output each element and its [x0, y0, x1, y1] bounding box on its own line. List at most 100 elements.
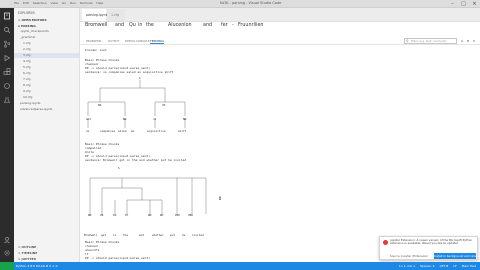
- tree-leaf: shift: [178, 129, 187, 133]
- cursor-icon: ⇕: [218, 196, 223, 202]
- account-icon[interactable]: [3, 236, 11, 244]
- breadcrumb-word: the: [146, 23, 154, 28]
- tab-cfg[interactable]: 1.cfg: [107, 9, 125, 21]
- breadcrumb-word: and: [115, 23, 125, 28]
- tree-node: NN: [123, 117, 127, 121]
- file-item[interactable]: advancedparse.ipynb: [14, 107, 79, 112]
- maximize-icon[interactable]: □: [458, 0, 469, 8]
- tree-leaf: put: [170, 233, 176, 237]
- status-bar: Python 3.8.5 64-bit ⊗ 0 ⚠ 0 Ln 1, Col 1 …: [0, 262, 480, 270]
- settings-icon[interactable]: [3, 249, 11, 257]
- file-item[interactable]: 9.cfg: [14, 89, 79, 94]
- clear-icon[interactable]: ≡: [466, 38, 470, 44]
- file-item[interactable]: 7.cfg: [14, 77, 79, 82]
- tree-node: NN: [148, 213, 152, 217]
- minimize-icon[interactable]: –: [447, 0, 458, 8]
- tree-leaf: saled: [118, 129, 127, 133]
- file-item[interactable]: 2.cfg: [14, 47, 79, 52]
- jupyter-section[interactable]: > JUPYTER: [18, 257, 36, 261]
- terminal-line: sentence: Bromwell got in the end whethe…: [85, 158, 187, 162]
- breadcrumb-word: Alucenlon: [168, 23, 192, 28]
- status-language[interactable]: Plain Text: [462, 264, 476, 268]
- tree-node: S: [118, 166, 120, 170]
- file-item[interactable]: 8.cfg: [14, 83, 79, 88]
- menu-help[interactable]: Help: [96, 1, 103, 5]
- file-item[interactable]: 10.cfg: [14, 95, 79, 100]
- close-icon[interactable]: ×: [469, 0, 480, 8]
- tree-node: VB: [100, 213, 104, 217]
- source-control-icon[interactable]: [3, 40, 11, 48]
- tree-node: IN: [113, 213, 117, 217]
- breadcrumb-word: Fruunrilien: [238, 23, 264, 28]
- jupyter-icon[interactable]: [3, 82, 11, 90]
- filter-input[interactable]: ⚲ Filter (e.g. text, !exclude): [404, 38, 457, 44]
- menu-selection[interactable]: Selection: [33, 1, 47, 5]
- menu-run[interactable]: Run: [70, 1, 76, 5]
- terminal-line: Income: lost: [85, 48, 107, 52]
- notification-message: Jupyter Extension: A newer version of th…: [390, 238, 473, 246]
- menu-view[interactable]: View: [51, 1, 58, 5]
- sidebar-title: EXPLORER: [18, 11, 35, 15]
- status-position[interactable]: Ln 1, Col 1: [399, 264, 415, 268]
- extensions-icon[interactable]: [3, 68, 11, 76]
- tree-leaf: acquisitive: [147, 129, 166, 133]
- search-icon[interactable]: [3, 26, 11, 34]
- timeline-section[interactable]: > TIMELINE: [18, 251, 37, 255]
- parse-tree-2: [89, 177, 207, 214]
- file-item[interactable]: 6.cfg: [14, 71, 79, 76]
- breadcrumb-word: fer: [221, 23, 228, 28]
- tree-leaf: whether: [152, 233, 164, 237]
- tree-leaf: invited: [192, 233, 204, 237]
- remote-indicator[interactable]: [0, 262, 14, 270]
- tree-leaf: he: [182, 233, 186, 237]
- tree-leaf: got: [101, 233, 107, 237]
- tree-node: JJ: [153, 117, 157, 121]
- install-button[interactable]: Install in background and reload: [434, 253, 479, 259]
- terminal-line: sentence: no companies saled an acquisit…: [85, 70, 174, 74]
- breadcrumb-word: Qu: [129, 23, 136, 28]
- status-spaces[interactable]: Spaces: 4: [420, 264, 435, 268]
- terminal-line: PP -> should parse(input.parse_sent): [85, 256, 151, 260]
- menu-go[interactable]: Go: [62, 1, 66, 5]
- menu-file[interactable]: File: [14, 1, 19, 5]
- tree-node: VP: [162, 103, 166, 107]
- menu-bar: File Edit Selection View Go Run Terminal…: [14, 1, 103, 5]
- tab-output[interactable]: OUTPUT: [108, 39, 119, 43]
- menu-terminal[interactable]: Terminal: [80, 1, 93, 5]
- notification-toast: Jupyter Extension: A newer version of th…: [379, 236, 479, 260]
- lock-icon[interactable]: ⌂: [460, 38, 464, 44]
- status-eol[interactable]: LF: [453, 264, 456, 268]
- window-title: NLTK - parsing - Visual Studio Code: [220, 1, 282, 5]
- activity-bar: [0, 8, 14, 262]
- file-item-selected[interactable]: 3.cfg: [14, 53, 79, 58]
- tree-node: PRP: [175, 213, 181, 217]
- file-item[interactable]: parsing.ipynb: [14, 101, 79, 106]
- tree-leaf: Bromwell: [84, 233, 98, 237]
- title-bar: File Edit Selection View Go Run Terminal…: [0, 0, 480, 8]
- tree-node: WH: [160, 213, 164, 217]
- file-item[interactable]: 1.cfg: [14, 41, 79, 46]
- tab-terminal[interactable]: TERMINAL: [150, 39, 165, 44]
- status-left[interactable]: Python 3.8.5 64-bit ⊗ 0 ⚠ 0: [16, 264, 58, 268]
- file-item[interactable]: .ipynb_checkpoints: [14, 29, 79, 34]
- tab-parsing[interactable]: parsing.ipynb: [82, 9, 108, 21]
- tree-leaf: in: [113, 233, 117, 237]
- close-panel-icon[interactable]: ×: [472, 38, 476, 44]
- explorer-sidebar: EXPLORER > OPEN EDITORS v PARSING .ipynb…: [14, 8, 80, 262]
- tab-problems[interactable]: PROBLEMS: [86, 39, 101, 43]
- run-icon[interactable]: [3, 54, 11, 62]
- tree-node: NN: [88, 213, 92, 217]
- file-item[interactable]: 4.cfg: [14, 59, 79, 64]
- open-editors-section[interactable]: > OPEN EDITORS: [18, 18, 47, 22]
- tree-node: VBD: [188, 213, 194, 217]
- tree-leaf: no: [86, 129, 90, 133]
- file-item[interactable]: 5.cfg: [14, 65, 79, 70]
- folder-section[interactable]: v PARSING: [18, 24, 36, 28]
- status-encoding[interactable]: UTF-8: [440, 264, 449, 268]
- menu-edit[interactable]: Edit: [23, 1, 29, 5]
- outline-section[interactable]: > OUTLINE: [18, 245, 36, 249]
- tab-debug-console[interactable]: DEBUG CONSOLE: [125, 39, 150, 43]
- explorer-icon[interactable]: [3, 12, 11, 20]
- testing-icon[interactable]: [3, 96, 11, 104]
- file-item[interactable]: _grammar: [14, 35, 79, 40]
